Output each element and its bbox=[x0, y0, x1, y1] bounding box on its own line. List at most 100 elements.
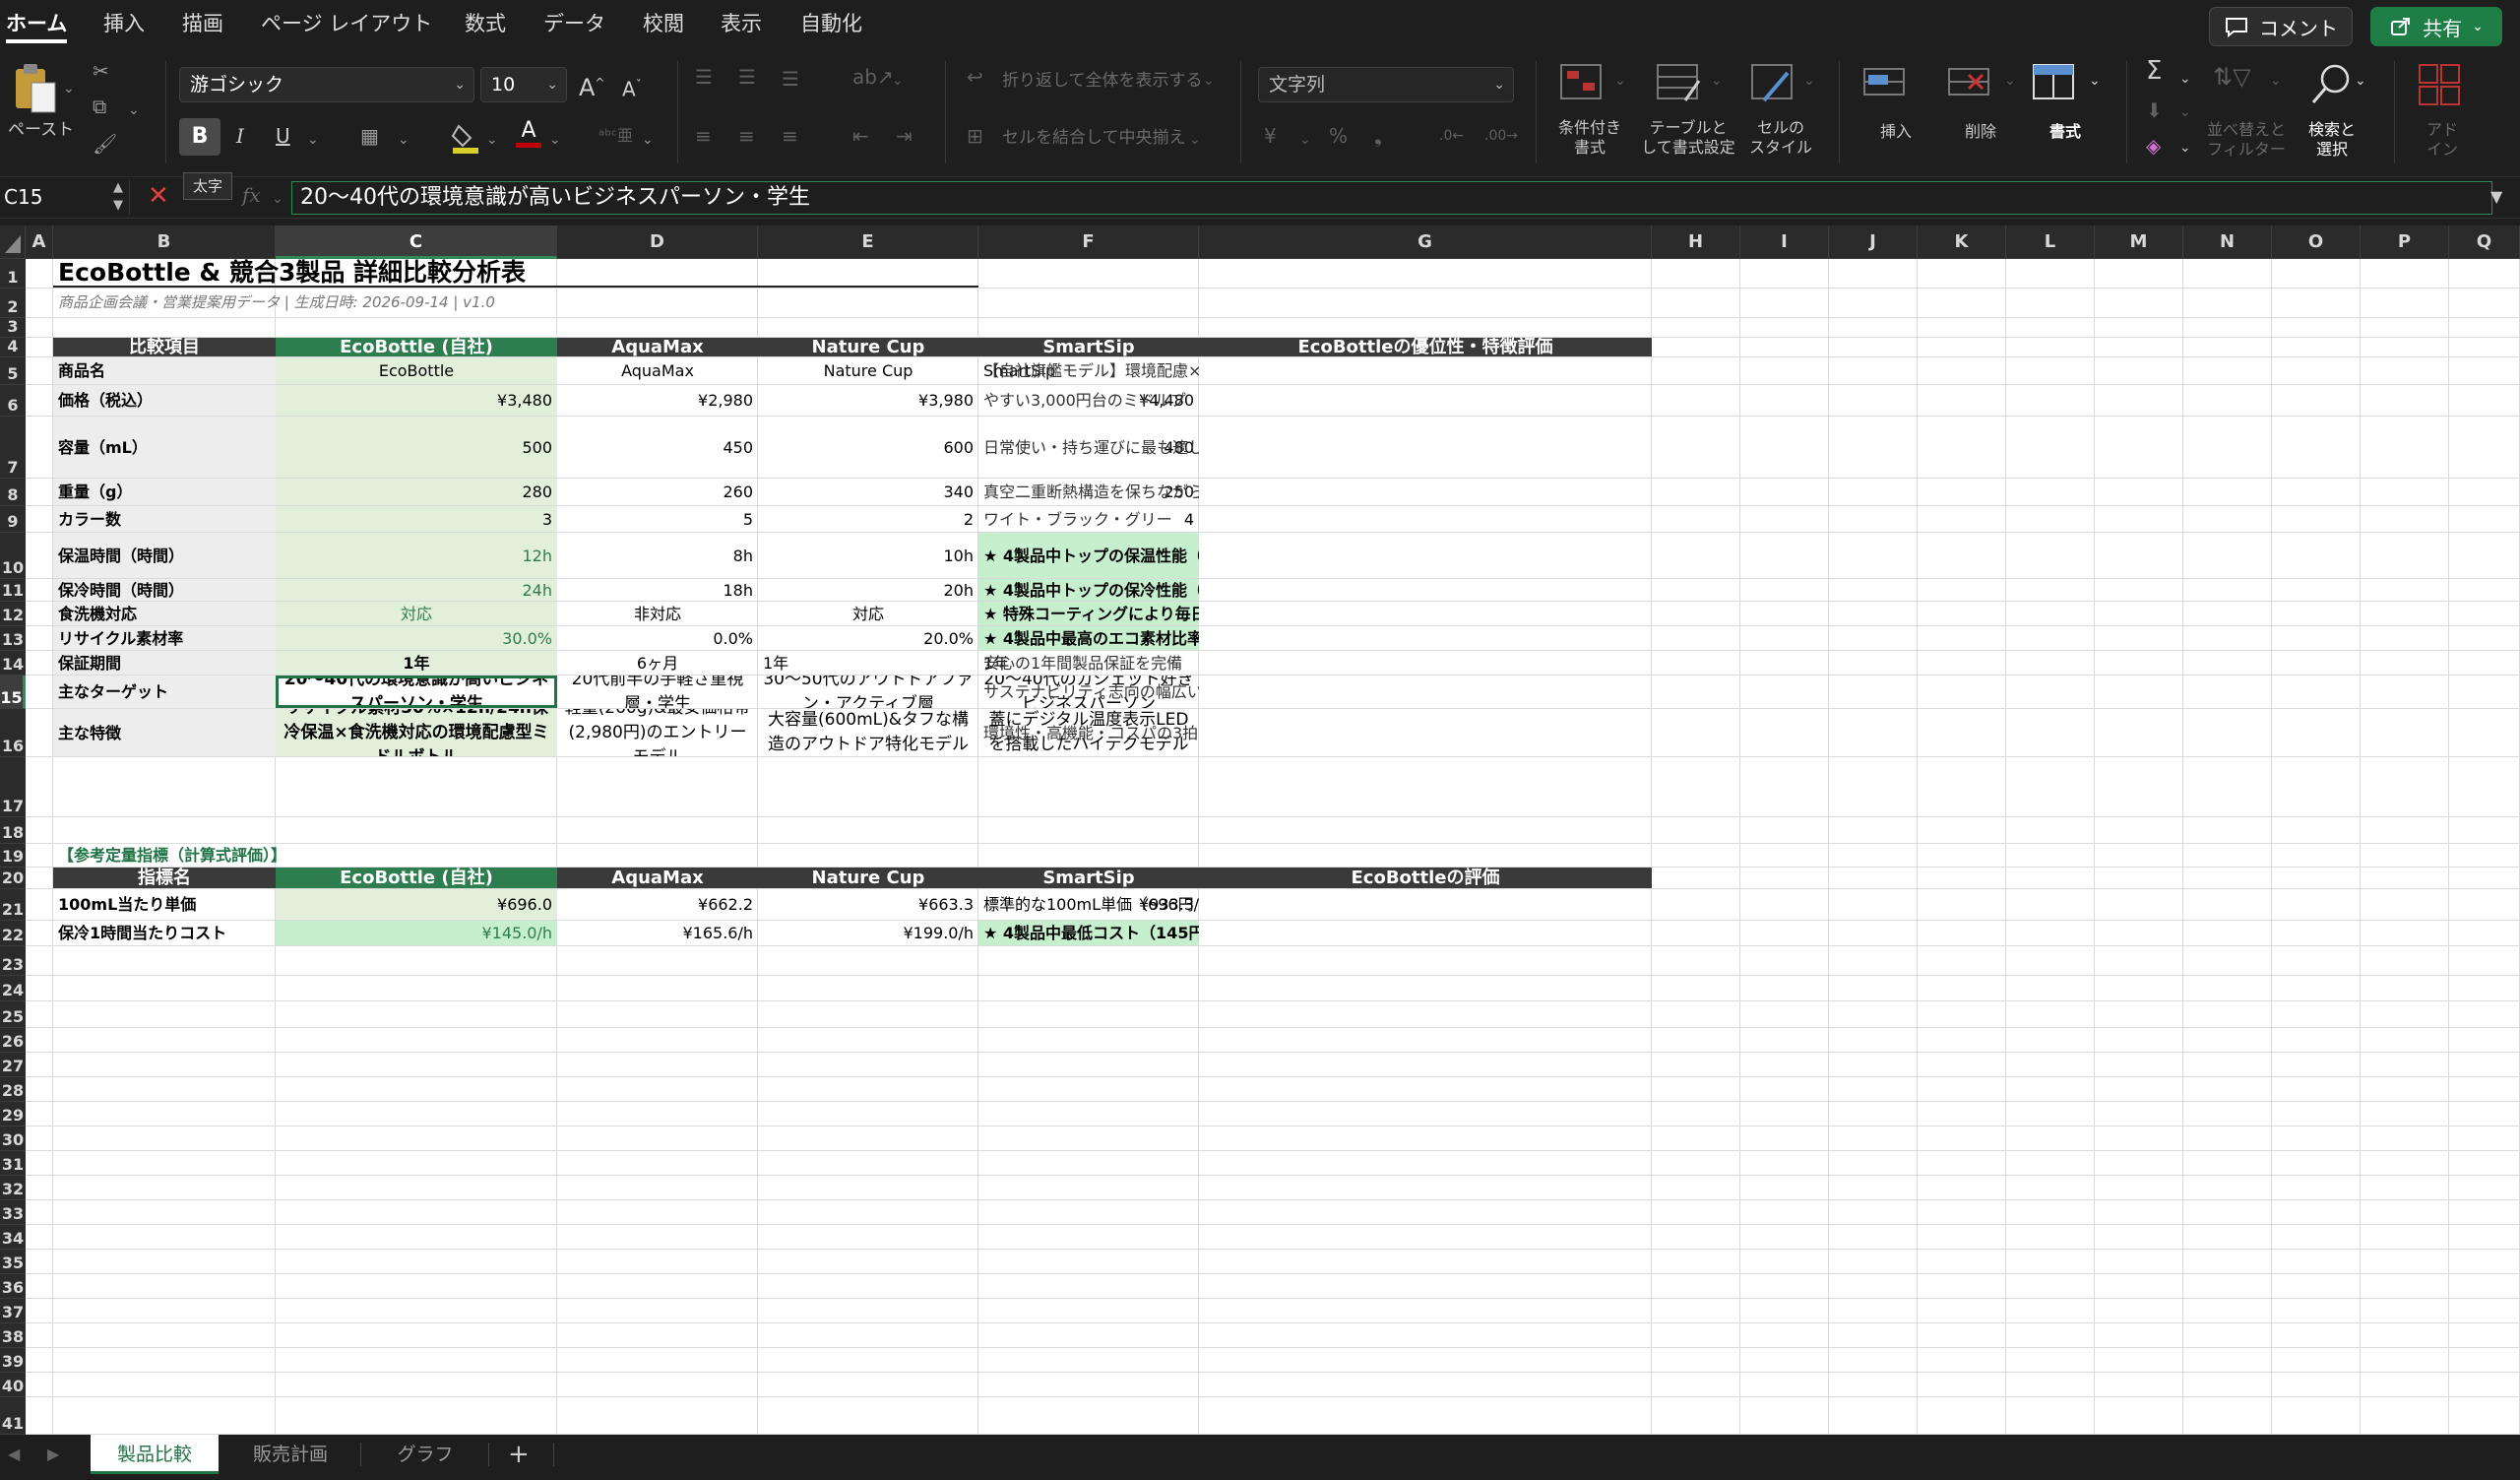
row-header[interactable]: 8 bbox=[0, 479, 26, 506]
ecobottle-value[interactable]: 280 bbox=[276, 479, 557, 505]
row-header[interactable]: 16 bbox=[0, 709, 26, 757]
header-compare-item[interactable]: 比較項目 bbox=[53, 338, 276, 356]
merge-center-button[interactable]: セルを結合して中央揃え bbox=[1002, 128, 1186, 148]
row-header[interactable]: 23 bbox=[0, 946, 26, 976]
chevron-down-icon[interactable]: ⌄ bbox=[549, 126, 561, 154]
competitor-value[interactable]: ¥2,980 bbox=[557, 385, 758, 416]
bold-button[interactable]: B bbox=[179, 118, 220, 156]
chevron-down-icon[interactable]: ⌄ bbox=[1189, 126, 1201, 154]
row-header[interactable]: 40 bbox=[0, 1373, 26, 1397]
competitor-metric[interactable]: ¥663.3 bbox=[758, 889, 978, 920]
row-header[interactable]: 30 bbox=[0, 1126, 26, 1151]
ecobottle-value[interactable]: EcoBottle bbox=[276, 357, 557, 384]
header-naturecup[interactable]: Nature Cup bbox=[758, 338, 978, 356]
stepper-icon[interactable]: ▲ ▼ bbox=[113, 179, 123, 215]
ecobottle-value[interactable]: リサイクル素材30%×12h/24h保冷保温×食洗機対応の環境配慮型ミドルボトル bbox=[276, 709, 557, 756]
tab-automate[interactable]: 自動化 bbox=[800, 8, 862, 39]
increase-font-icon[interactable]: A^ bbox=[579, 69, 604, 101]
format-cells-icon[interactable] bbox=[2032, 61, 2081, 104]
ecobottle-value[interactable]: 30.0% bbox=[276, 626, 557, 650]
competitor-value[interactable]: ¥3,980 bbox=[758, 385, 978, 416]
ecobottle-value[interactable]: 12h bbox=[276, 533, 557, 578]
competitor-value[interactable]: 340 bbox=[758, 479, 978, 505]
tab-insert[interactable]: 挿入 bbox=[103, 8, 145, 39]
phonetic-icon[interactable]: ᵃᵇᶜ亜 bbox=[598, 122, 633, 150]
copy-icon[interactable]: ⧉ bbox=[93, 93, 106, 120]
ecobottle-value[interactable]: 20〜40代の環境意識が高いビジネスパーソン・学生 bbox=[276, 676, 557, 708]
select-all-button[interactable] bbox=[0, 225, 26, 259]
comma-icon[interactable]: ❟ bbox=[1374, 122, 1382, 150]
row-header[interactable]: 41 bbox=[0, 1397, 26, 1435]
row-header[interactable]: 7 bbox=[0, 417, 26, 479]
scroll-left-icon[interactable]: ◀ bbox=[8, 1441, 20, 1468]
tab-view[interactable]: 表示 bbox=[721, 8, 762, 39]
chevron-down-icon[interactable]: ⌄ bbox=[63, 75, 75, 102]
row-header[interactable]: 2 bbox=[0, 289, 26, 318]
currency-icon[interactable]: ¥ bbox=[1264, 122, 1277, 150]
ecobottle-metric[interactable]: ¥696.0 bbox=[276, 889, 557, 920]
evaluation-text[interactable]: 安心の1年間製品保証を完備 bbox=[978, 651, 1199, 675]
percent-icon[interactable]: % bbox=[1329, 122, 1348, 150]
row-header[interactable]: 35 bbox=[0, 1250, 26, 1274]
row-header[interactable]: 17 bbox=[0, 757, 26, 817]
header-aquamax[interactable]: AquaMax bbox=[557, 338, 758, 356]
font-size-select[interactable]: 10 ⌄ bbox=[480, 67, 567, 102]
tab-home[interactable]: ホーム bbox=[6, 8, 68, 43]
row-header[interactable]: 4 bbox=[0, 337, 26, 357]
column-header[interactable]: H bbox=[1652, 225, 1740, 259]
column-header[interactable]: P bbox=[2361, 225, 2449, 259]
metric-header[interactable]: EcoBottleの評価 bbox=[1199, 868, 1652, 888]
chevron-down-icon[interactable]: ⌄ bbox=[1203, 67, 1215, 95]
name-box[interactable]: C15 ▲ ▼ bbox=[0, 179, 130, 215]
row-header[interactable]: 14 bbox=[0, 651, 26, 676]
competitor-metric[interactable]: ¥662.2 bbox=[557, 889, 758, 920]
chevron-down-icon[interactable]: ⌄ bbox=[2472, 19, 2484, 34]
chevron-down-icon[interactable]: ⌄ bbox=[892, 67, 904, 95]
row-label[interactable]: 主なターゲット bbox=[53, 676, 276, 708]
competitor-value[interactable]: 大容量(600mL)&タフな構造のアウトドア特化モデル bbox=[758, 709, 978, 756]
scroll-right-icon[interactable]: ▶ bbox=[47, 1441, 59, 1468]
evaluation-text[interactable]: サステナビリティ志向の幅広い日常ユーザー層 bbox=[978, 676, 1199, 708]
sheet-title[interactable]: EcoBottle & 競合3製品 詳細比較分析表 bbox=[53, 259, 978, 288]
ecobottle-metric[interactable]: ¥145.0/h bbox=[276, 921, 557, 945]
row-header[interactable]: 22 bbox=[0, 921, 26, 946]
row-header[interactable]: 28 bbox=[0, 1077, 26, 1102]
competitor-value[interactable]: 0.0% bbox=[557, 626, 758, 650]
sort-filter-icon[interactable]: ⇅▽ bbox=[2213, 63, 2251, 91]
competitor-value[interactable]: 2 bbox=[758, 506, 978, 532]
chevron-down-icon[interactable]: ⌄ bbox=[1614, 67, 1626, 95]
metric-header[interactable]: SmartSip bbox=[978, 868, 1199, 888]
format-painter-icon[interactable]: 🖌 bbox=[93, 130, 117, 158]
row-header[interactable]: 21 bbox=[0, 889, 26, 921]
search-icon[interactable] bbox=[2307, 61, 2357, 110]
row-header[interactable]: 6 bbox=[0, 385, 26, 417]
chevron-down-icon[interactable]: ⌄ bbox=[2179, 134, 2191, 161]
tab-page-layout[interactable]: ページ レイアウト bbox=[261, 8, 432, 39]
column-header[interactable]: M bbox=[2095, 225, 2183, 259]
row-label[interactable]: リサイクル素材率 bbox=[53, 626, 276, 650]
worksheet-grid[interactable]: ABCDEFGHIJKLMNOPQ 1 2 3 4 5 6 7 8 9 10 11 12 13 14 15 1… bbox=[0, 225, 2520, 1435]
competitor-value[interactable]: 600 bbox=[758, 417, 978, 478]
competitor-value[interactable]: 18h bbox=[557, 579, 758, 601]
chevron-down-icon[interactable]: ⌄ bbox=[2089, 67, 2101, 95]
number-format-select[interactable]: 文字列 ⌄ bbox=[1258, 67, 1514, 102]
autosum-icon[interactable]: Σ bbox=[2146, 57, 2162, 85]
column-header[interactable]: K bbox=[1918, 225, 2006, 259]
competitor-value[interactable]: Nature Cup bbox=[758, 357, 978, 384]
addins-icon[interactable] bbox=[2418, 63, 2463, 108]
row-label[interactable]: 価格（税込） bbox=[53, 385, 276, 416]
chevron-down-icon[interactable]: ⌄ bbox=[272, 185, 284, 213]
metric-header[interactable]: 指標名 bbox=[53, 868, 276, 888]
evaluation-text[interactable]: ★ 4製品中トップの保温性能（12時間維持） bbox=[978, 533, 1199, 578]
competitor-metric[interactable]: ¥199.0/h bbox=[758, 921, 978, 945]
evaluation-text[interactable]: ★ 特殊コーティングにより毎日のお手入れが簡単 bbox=[978, 602, 1199, 625]
paste-icon[interactable] bbox=[12, 61, 59, 114]
chevron-down-icon[interactable]: ⌄ bbox=[642, 126, 654, 154]
format-as-table-icon[interactable] bbox=[1656, 61, 1705, 104]
evaluation-text[interactable]: ★ 4製品中最高のエコ素材比率（30%使用） bbox=[978, 626, 1199, 650]
metric-header[interactable]: Nature Cup bbox=[758, 868, 978, 888]
increase-decimal-icon[interactable]: .0← bbox=[1439, 122, 1464, 150]
competitor-value[interactable]: 5 bbox=[557, 506, 758, 532]
clear-icon[interactable]: ◈ bbox=[2146, 132, 2161, 160]
row-header[interactable]: 5 bbox=[0, 357, 26, 385]
